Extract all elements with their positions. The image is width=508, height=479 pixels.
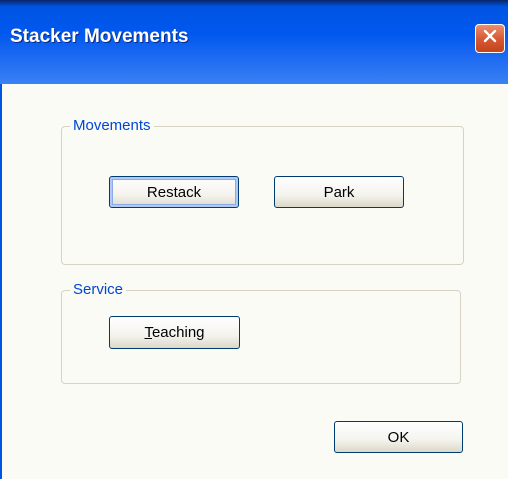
teaching-button-label: Teaching [144, 324, 204, 341]
park-button[interactable]: Park [274, 176, 404, 208]
close-button[interactable] [475, 24, 505, 53]
title-bar[interactable]: Stacker Movements [0, 0, 508, 84]
teaching-mnemonic: T [144, 324, 152, 341]
window-title: Stacker Movements [10, 26, 189, 47]
movements-group-label: Movements [70, 117, 154, 135]
teaching-label-rest: eaching [151, 324, 205, 341]
service-group-label: Service [70, 281, 127, 299]
teaching-button[interactable]: Teaching [109, 316, 240, 349]
close-icon [482, 28, 498, 49]
park-button-label: Park [323, 183, 355, 201]
ok-button[interactable]: OK [334, 421, 463, 453]
dialog-body: Movements Restack Park Service Teaching … [0, 84, 508, 479]
restack-button-label: Restack [146, 183, 202, 201]
restack-button[interactable]: Restack [109, 176, 239, 208]
dialog-window: Stacker Movements Movements Restack Park… [0, 0, 508, 479]
ok-button-label: OK [387, 428, 410, 446]
